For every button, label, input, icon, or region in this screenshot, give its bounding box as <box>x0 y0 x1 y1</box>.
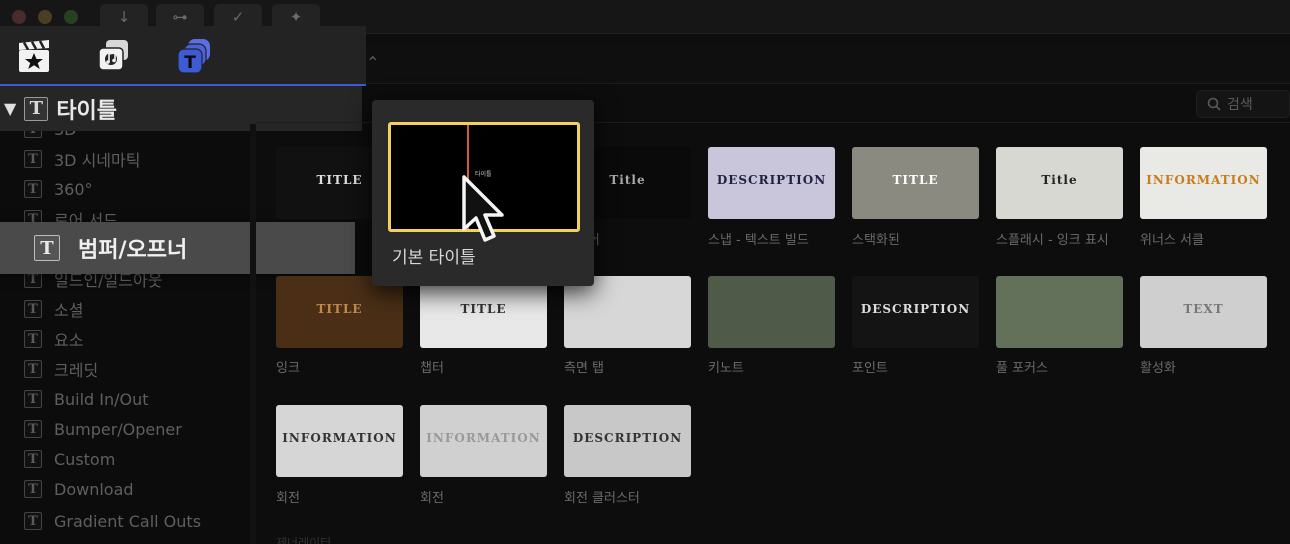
zoom-window-button[interactable] <box>64 10 78 24</box>
title-thumbnail-label[interactable]: 회전 <box>420 487 444 506</box>
thumbnail-text: Title <box>1041 173 1078 187</box>
title-thumbnail[interactable]: DESCRIPTION <box>852 276 979 348</box>
sidebar-item[interactable]: T 소셜 <box>24 296 83 322</box>
sidebar-item[interactable]: T 요소 <box>24 326 83 352</box>
title-thumbnail-label[interactable]: 키노트 <box>708 357 744 376</box>
thumbnail-text: TITLE <box>460 302 507 316</box>
svg-text:T: T <box>184 53 196 73</box>
search-placeholder: 검색 <box>1227 97 1253 113</box>
thumbnail-text: INFORMATION <box>1146 173 1261 187</box>
sidebar-item-label: 360° <box>54 179 93 199</box>
key-icon: ⊶ <box>172 8 188 26</box>
sidebar-item[interactable]: T Download <box>24 476 134 502</box>
sidebar-item-label: 크레딧 <box>54 361 99 380</box>
sidebar-item-label: Custom <box>54 449 116 469</box>
title-t-icon: T <box>24 330 42 348</box>
title-t-icon: T <box>24 180 42 198</box>
title-t-icon: T <box>24 480 42 498</box>
search-icon <box>1207 97 1221 111</box>
titles-category-header[interactable]: ▼ T 타이틀 <box>0 86 362 131</box>
title-thumbnail[interactable]: INFORMATION <box>276 405 403 477</box>
title-t-icon: T <box>24 360 42 378</box>
title-thumbnail-label[interactable]: 위너스 서클 <box>1140 229 1204 248</box>
thumbnail-text: TITLE <box>892 173 939 187</box>
sidebar-item-label: Gradient Call Outs <box>54 511 202 531</box>
sidebar-item-label: Download <box>54 479 134 499</box>
title-thumbnail-label[interactable]: 잉크 <box>276 357 300 376</box>
close-window-button[interactable] <box>12 10 26 24</box>
title-t-icon: T <box>34 235 60 261</box>
mouse-pointer-icon <box>462 175 504 242</box>
title-thumbnail-label[interactable]: 스냅 - 텍스트 빌드 <box>708 229 809 248</box>
title-thumbnail-label[interactable]: 회전 <box>276 487 300 506</box>
download-arrow-icon: ↓ <box>117 8 131 26</box>
title-thumbnail[interactable] <box>996 276 1123 348</box>
sidebar-item-label: Build In/Out <box>54 389 149 409</box>
sidebar-item[interactable]: T 360° <box>24 176 93 202</box>
title-thumbnail-label[interactable]: 스플래시 - 잉크 표시 <box>996 229 1109 248</box>
title-thumbnail-label[interactable]: 스택화된 <box>852 229 900 248</box>
puzzle-icon: ✦ <box>289 8 303 26</box>
thumbnail-text: INFORMATION <box>282 431 397 445</box>
title-thumbnail[interactable]: TITLE <box>852 147 979 219</box>
title-thumbnail[interactable]: TEXT <box>1140 276 1267 348</box>
titles-icon[interactable]: T <box>176 38 212 74</box>
title-thumbnail-label[interactable]: 회전 클러스터 <box>564 487 640 506</box>
title-t-icon: T <box>24 390 42 408</box>
library-tab-bar: T <box>0 26 366 86</box>
minimize-window-button[interactable] <box>38 10 52 24</box>
preview-caption: 기본 타이틀 <box>392 248 476 268</box>
sidebar-item-label: 3D 시네마틱 <box>54 151 141 170</box>
clapper-star-icon[interactable] <box>16 38 52 74</box>
sidebar-item[interactable]: T Gradient Call Outs <box>24 508 201 534</box>
thumbnail-text: TITLE <box>316 302 363 316</box>
title-thumbnail[interactable] <box>564 276 691 348</box>
sidebar-item-label: 소셜 <box>54 301 84 320</box>
title-thumbnail-label[interactable]: 챕터 <box>420 357 444 376</box>
title-thumbnail-label[interactable]: 활성화 <box>1140 357 1176 376</box>
section-next-label: 제너레이터 <box>276 536 332 544</box>
thumbnail-text: DESCRIPTION <box>572 431 683 445</box>
title-t-icon: T <box>24 450 42 468</box>
title-t-icon: T <box>24 512 42 530</box>
thumbnail-text: DESCRIPTION <box>716 173 827 187</box>
disclosure-triangle-icon[interactable]: ▼ <box>4 99 16 118</box>
title-thumbnail-label[interactable]: 측면 탭 <box>564 357 604 376</box>
title-thumbnail[interactable]: INFORMATION <box>420 405 547 477</box>
thumbnail-text: DESCRIPTION <box>860 302 971 316</box>
title-thumbnail[interactable]: TITLE <box>276 276 403 348</box>
thumbnail-text: TEXT <box>1183 302 1224 316</box>
title-thumbnail[interactable]: TITLE <box>420 276 547 348</box>
title-t-icon: T <box>24 150 42 168</box>
title-thumbnail[interactable]: DESCRIPTION <box>564 405 691 477</box>
title-t-icon: T <box>24 300 42 318</box>
title-thumbnail[interactable]: DESCRIPTION <box>708 147 835 219</box>
title-t-icon: T <box>24 96 49 121</box>
sidebar-item-label: 요소 <box>54 331 84 350</box>
title-thumbnail[interactable]: Title <box>996 147 1123 219</box>
title-thumbnail[interactable]: INFORMATION <box>1140 147 1267 219</box>
sidebar-item[interactable]: T Bumper/Opener <box>24 416 182 442</box>
search-field[interactable]: 검색 <box>1196 90 1290 118</box>
bumper-opener-label: 범퍼/오프너 <box>78 238 188 263</box>
title-thumbnail[interactable] <box>708 276 835 348</box>
sidebar-item-label: Bumper/Opener <box>54 419 182 439</box>
sidebar-item[interactable]: T Build In/Out <box>24 386 149 412</box>
sidebar-item-bumper-opener-highlight[interactable]: T 범퍼/오프너 <box>0 222 355 274</box>
titles-header-label: 타이틀 <box>56 98 118 124</box>
title-thumbnail-label[interactable]: 풀 포커스 <box>996 357 1048 376</box>
updown-chevron-icon[interactable]: ⌃ <box>366 53 379 72</box>
camera-music-icon[interactable] <box>96 38 132 74</box>
check-circle-icon: ✓ <box>231 8 245 26</box>
sidebar-item[interactable]: T 크레딧 <box>24 356 98 382</box>
title-t-icon: T <box>24 420 42 438</box>
sidebar-item[interactable]: T Custom <box>24 446 115 472</box>
title-thumbnail-label[interactable]: 포인트 <box>852 357 888 376</box>
thumbnail-text: INFORMATION <box>426 431 541 445</box>
sidebar-divider[interactable] <box>250 124 256 544</box>
sidebar-item[interactable]: T 3D 시네마틱 <box>24 146 140 172</box>
